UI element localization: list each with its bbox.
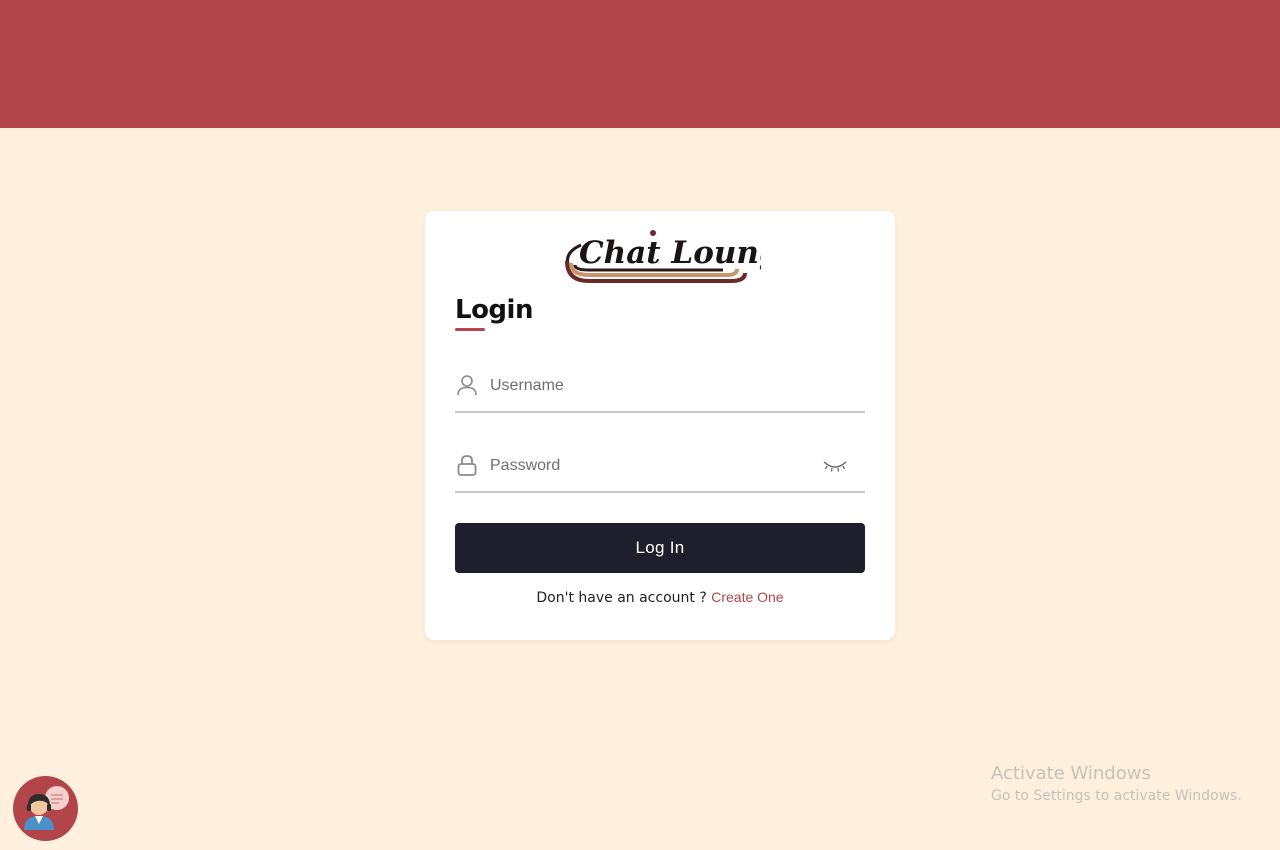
password-field bbox=[455, 447, 865, 493]
signup-prompt-line: Don't have an account ? Create One bbox=[425, 589, 895, 606]
eye-closed-icon[interactable] bbox=[822, 458, 848, 474]
logo-wordmark: Chat Lounge bbox=[579, 235, 761, 271]
windows-activation-watermark: Activate Windows Go to Settings to activ… bbox=[991, 763, 1242, 804]
login-button[interactable]: Log In bbox=[455, 523, 865, 573]
password-input[interactable] bbox=[490, 451, 810, 481]
watermark-title: Activate Windows bbox=[991, 763, 1151, 784]
username-field bbox=[455, 367, 865, 413]
user-icon bbox=[457, 375, 477, 396]
heading-underline bbox=[455, 328, 485, 331]
login-card: Chat Lounge Login Log In Don't have an a… bbox=[425, 211, 895, 640]
create-account-link[interactable]: Create One bbox=[711, 589, 783, 605]
login-heading: Login bbox=[455, 295, 533, 325]
chat-lounge-logo: Chat Lounge bbox=[559, 223, 761, 289]
signup-prompt-text: Don't have an account ? bbox=[536, 590, 707, 606]
chatbot-launcher-button[interactable] bbox=[13, 776, 78, 841]
username-input[interactable] bbox=[490, 371, 810, 401]
top-header-bar bbox=[0, 0, 1280, 128]
support-agent-icon bbox=[24, 786, 69, 830]
lock-icon bbox=[457, 455, 477, 476]
watermark-subtitle: Go to Settings to activate Windows. bbox=[991, 788, 1242, 804]
